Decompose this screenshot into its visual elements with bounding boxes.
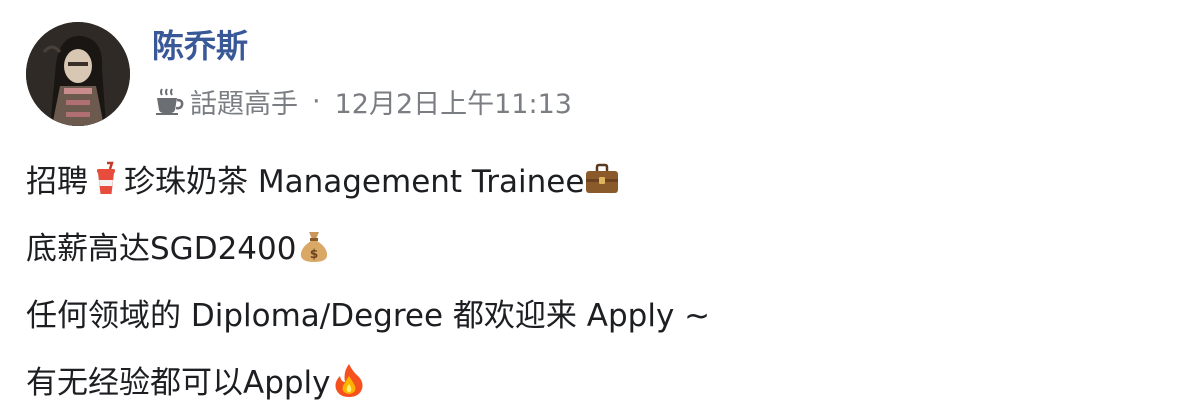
post-line-2: 底薪高达SGD2400 $: [26, 212, 1176, 279]
post-line-text: 底薪高达SGD2400: [26, 231, 297, 267]
post-body: 招聘 珍珠奶茶 Management Trainee 底薪高达SGD2400 $…: [26, 145, 1176, 413]
coffee-cup-icon: [152, 85, 184, 117]
money-bag-icon: $: [296, 228, 332, 264]
briefcase-icon: [584, 161, 620, 197]
post-line-4: 有无经验都可以Apply: [26, 346, 1176, 413]
post-line-text: 珍珠奶茶 Management Trainee: [124, 164, 585, 200]
post-line-text: 有无经验都可以Apply: [26, 365, 331, 401]
facebook-post: 陈乔斯 話題高手 · 12月2日上午11:13 招聘 珍珠奶茶 Manageme…: [0, 0, 1200, 417]
top-fan-badge[interactable]: 話題高手: [190, 82, 298, 121]
svg-text:$: $: [310, 247, 318, 261]
post-timestamp[interactable]: 12月2日上午11:13: [335, 82, 572, 121]
post-line-text: 招聘: [26, 164, 88, 200]
post-meta: 話題高手 · 12月2日上午11:13: [152, 81, 572, 121]
post-line-text: 任何领域的 Diploma/Degree 都欢迎来 Apply ~: [26, 298, 711, 334]
meta-separator: ·: [312, 85, 321, 117]
author-name[interactable]: 陈乔斯: [152, 24, 248, 68]
post-line-1: 招聘 珍珠奶茶 Management Trainee: [26, 145, 1176, 212]
avatar[interactable]: [26, 22, 130, 126]
fire-icon: [331, 362, 367, 398]
cup-with-straw-icon: [88, 161, 124, 197]
post-line-3: 任何领域的 Diploma/Degree 都欢迎来 Apply ~: [26, 279, 1176, 346]
